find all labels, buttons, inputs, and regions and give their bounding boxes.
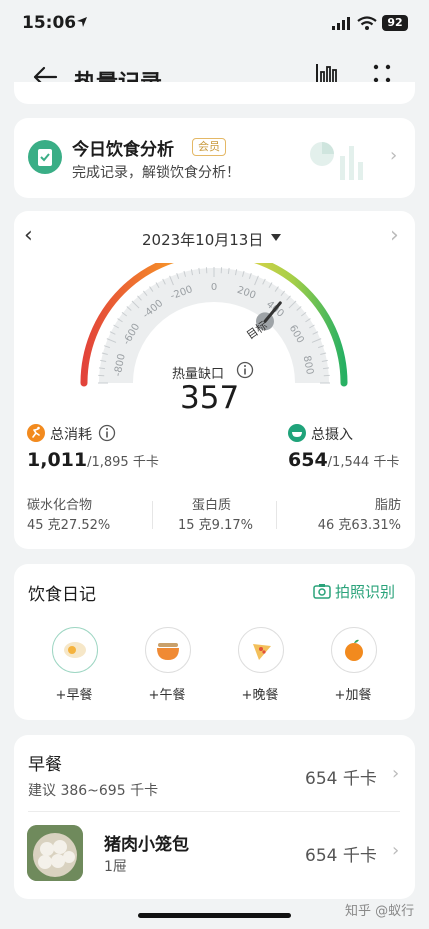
divider (28, 811, 400, 812)
macro-divider (276, 501, 277, 529)
deficit-value: 357 (180, 380, 240, 416)
prev-date-icon[interactable]: ‹ (24, 223, 33, 248)
food-chevron-icon[interactable]: › (392, 840, 399, 861)
signal-icon (332, 17, 350, 30)
breakfast-kcal[interactable]: 654 千卡 (305, 764, 377, 789)
home-indicator[interactable] (138, 913, 291, 918)
macro-fat-value: 46 克63.31% (317, 518, 401, 533)
calorie-summary-card: ‹ 2023年10月13日 › -800-600-400-20002004006… (14, 211, 415, 549)
add-dinner-button[interactable] (238, 627, 284, 673)
dumpling-icon (27, 825, 83, 881)
macro-protein-label: 蛋白质 (192, 498, 232, 513)
egg-icon (64, 642, 86, 658)
battery-indicator: 92 (382, 15, 408, 31)
bowl-icon (157, 643, 179, 660)
analysis-title: 今日饮食分析 (72, 140, 174, 160)
intake-label: 总摄入 (311, 427, 353, 443)
breakfast-title: 早餐 (28, 755, 62, 775)
date-label[interactable]: 2023年10月13日 (142, 229, 263, 250)
food-thumbnail[interactable] (27, 825, 83, 881)
member-badge: 会员 (192, 138, 226, 156)
deficit-info-icon[interactable] (236, 361, 254, 379)
pizza-icon (253, 644, 271, 660)
breakfast-label[interactable]: +早餐 (44, 684, 104, 703)
snack-label[interactable]: +加餐 (323, 684, 383, 703)
breakfast-chevron-icon[interactable]: › (392, 763, 399, 784)
photo-recognize-link[interactable]: 拍照识别 (335, 581, 395, 602)
dinner-label[interactable]: +晚餐 (230, 684, 290, 703)
next-date-icon[interactable]: › (390, 223, 399, 248)
diet-diary-card: 饮食日记 拍照识别 +早餐 +午餐 +晚餐 +加餐 (14, 564, 415, 720)
diary-title: 饮食日记 (28, 585, 96, 605)
clipboard-check-icon (28, 140, 62, 174)
analysis-chart-illustration (310, 142, 363, 180)
status-time: 15:06 (22, 13, 77, 33)
orange-icon (345, 639, 363, 661)
add-breakfast-button[interactable] (52, 627, 98, 673)
status-bar: 15:06 92 (0, 0, 429, 50)
location-arrow-icon (77, 17, 87, 27)
macro-divider (152, 501, 153, 529)
diet-analysis-card[interactable]: 今日饮食分析 会员 完成记录，解锁饮食分析！ › (14, 118, 415, 198)
consumption-row: 1,011/1,895 千卡 (27, 449, 159, 471)
intake-row: 654/1,544 千卡 (288, 449, 399, 471)
bowl-small-icon (288, 424, 306, 442)
wifi-icon (357, 16, 377, 30)
intake-value: 654 (288, 449, 328, 471)
consumption-total: /1,895 千卡 (87, 455, 159, 470)
macro-protein-value: 15 克9.17% (178, 518, 253, 533)
watermark: 知乎 @蚁行 (345, 904, 415, 919)
consumption-info-icon[interactable] (98, 424, 116, 442)
running-icon (27, 424, 45, 442)
macro-carb-value: 45 克27.52% (27, 518, 111, 533)
consumption-value: 1,011 (27, 449, 88, 471)
analysis-subtitle: 完成记录，解锁饮食分析！ (72, 165, 240, 181)
macro-fat-label: 脂肪 (374, 498, 401, 513)
breakfast-suggest: 建议 386~695 千卡 (28, 783, 159, 799)
breakfast-card: 早餐 建议 386~695 千卡 654 千卡 › 猪肉小笼包 1屉 654 千… (14, 735, 415, 899)
analysis-chevron-icon: › (390, 145, 398, 166)
food-name[interactable]: 猪肉小笼包 (104, 830, 189, 855)
consumption-label: 总消耗 (50, 427, 92, 443)
gauge-tick-label: 0 (211, 282, 217, 293)
camera-icon[interactable] (313, 583, 331, 599)
date-dropdown-icon[interactable] (271, 234, 281, 242)
add-snack-button[interactable] (331, 627, 377, 673)
food-quantity: 1屉 (104, 859, 127, 875)
scrolled-card-bottom (14, 82, 415, 104)
intake-total: /1,544 千卡 (327, 455, 400, 470)
macro-carb-label: 碳水化合物 (27, 498, 93, 513)
add-lunch-button[interactable] (145, 627, 191, 673)
lunch-label[interactable]: +午餐 (137, 684, 197, 703)
food-kcal[interactable]: 654 千卡 (305, 841, 377, 866)
